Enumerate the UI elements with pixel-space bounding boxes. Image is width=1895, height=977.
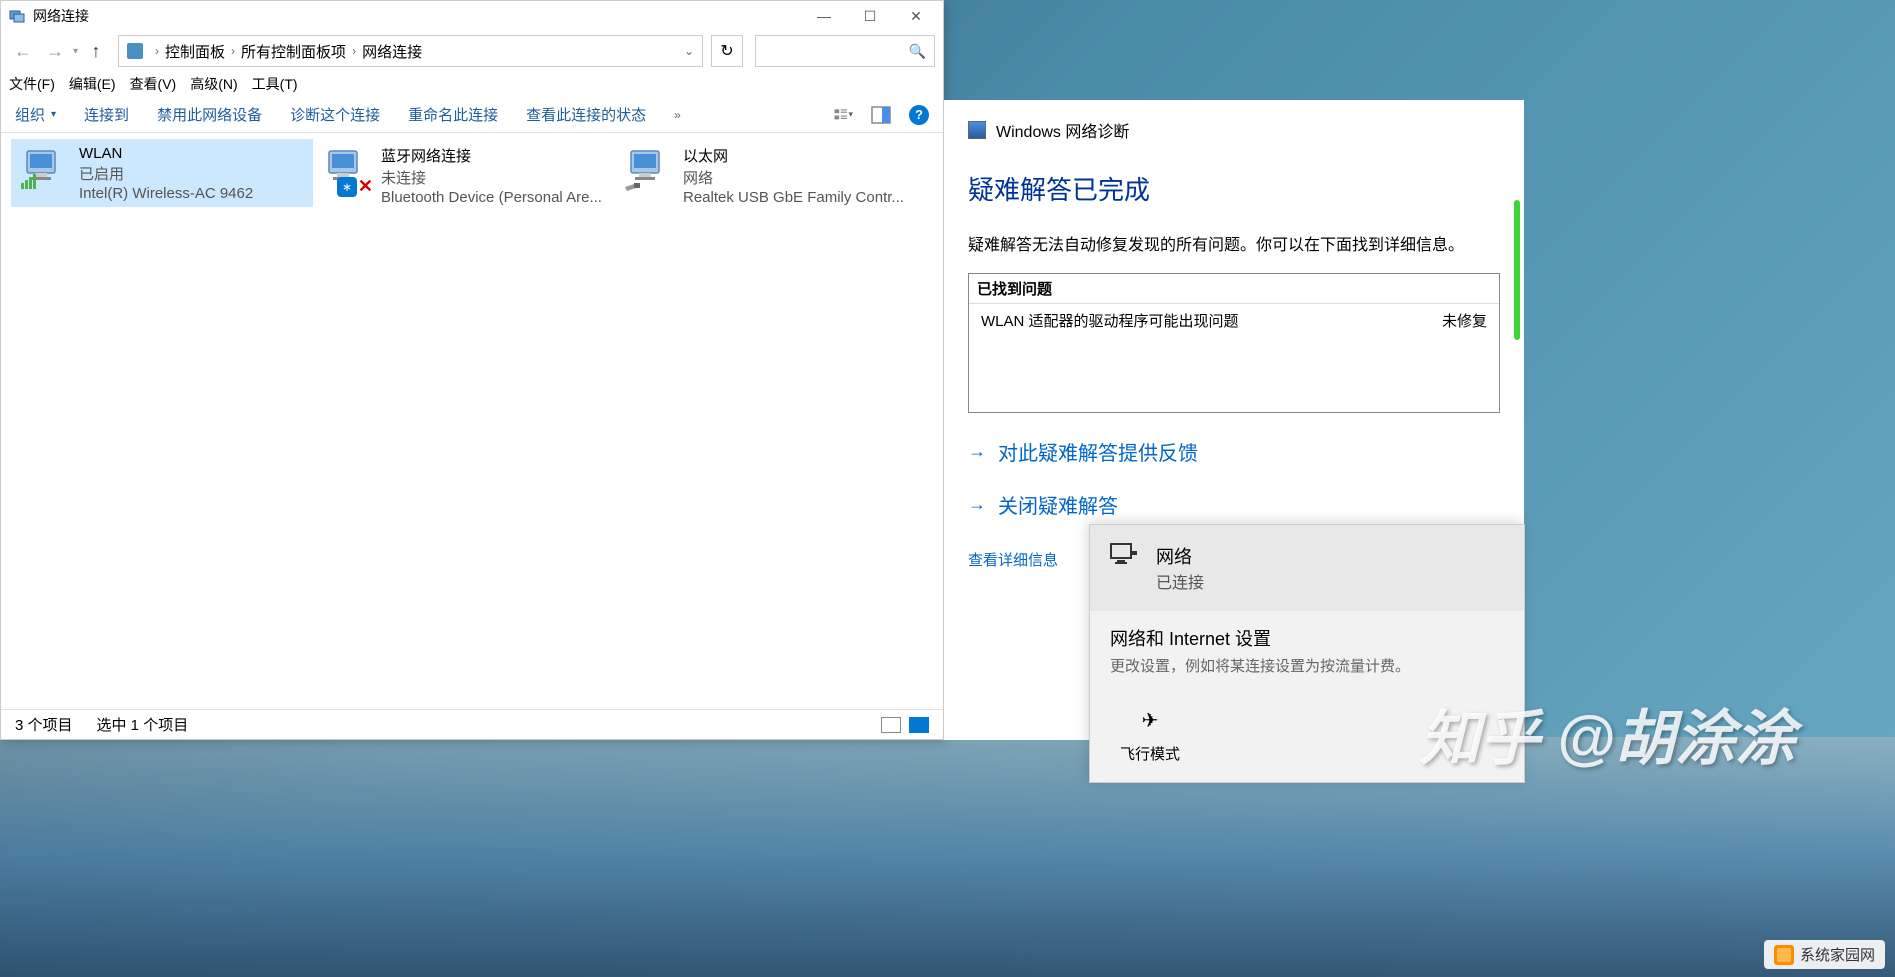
history-dropdown-icon[interactable]: ▾ xyxy=(73,46,78,57)
site-logo-icon xyxy=(1774,945,1794,965)
flyout-current-network[interactable]: 网络 已连接 xyxy=(1090,525,1524,611)
problem-text: WLAN 适配器的驱动程序可能出现问题 xyxy=(981,310,1239,331)
watermark-site: 系统家园网 xyxy=(1764,940,1885,969)
monitor-icon xyxy=(1110,543,1138,565)
connection-bluetooth[interactable]: ✕ ∗ 蓝牙网络连接 未连接 Bluetooth Device (Persona… xyxy=(313,139,615,207)
up-button[interactable]: ↑ xyxy=(82,37,110,65)
crumb-control-panel[interactable]: 控制面板 xyxy=(165,41,225,62)
airplane-icon: ✈ xyxy=(1142,708,1159,733)
problem-status: 未修复 xyxy=(1442,310,1487,331)
search-icon: 🔍 xyxy=(909,43,926,60)
connection-status: 未连接 xyxy=(381,167,602,188)
arrow-right-icon: → xyxy=(968,441,986,462)
connection-device: Realtek USB GbE Family Contr... xyxy=(683,189,904,206)
address-dropdown-icon[interactable]: ⌄ xyxy=(684,44,694,58)
preview-pane-icon[interactable] xyxy=(871,105,891,125)
menubar: 文件(F) 编辑(E) 查看(V) 高级(N) 工具(T) xyxy=(1,71,943,97)
bluetooth-icon: ✕ ∗ xyxy=(321,145,371,195)
titlebar[interactable]: 网络连接 — ☐ ✕ xyxy=(1,1,943,31)
connection-ethernet[interactable]: 以太网 网络 Realtek USB GbE Family Contr... xyxy=(615,139,917,207)
toolbar-overflow[interactable]: » xyxy=(674,108,681,122)
tool-rename[interactable]: 重命名此连接 xyxy=(408,104,498,125)
menu-file[interactable]: 文件(F) xyxy=(9,74,55,94)
diagnostic-icon xyxy=(968,121,986,139)
menu-advanced[interactable]: 高级(N) xyxy=(190,74,237,94)
window-title: 网络连接 xyxy=(33,6,801,26)
view-options-icon[interactable]: ▾ xyxy=(833,105,853,125)
content-area: WLAN 已启用 Intel(R) Wireless-AC 9462 ✕ ∗ 蓝… xyxy=(1,133,943,693)
help-icon[interactable]: ? xyxy=(909,105,929,125)
menu-view[interactable]: 查看(V) xyxy=(130,74,177,94)
connection-name: 蓝牙网络连接 xyxy=(381,145,602,166)
close-button[interactable]: ✕ xyxy=(893,1,939,31)
tool-disable[interactable]: 禁用此网络设备 xyxy=(157,104,262,125)
problems-list: 已找到问题 WLAN 适配器的驱动程序可能出现问题 未修复 xyxy=(968,273,1500,413)
wlan-icon xyxy=(19,145,69,195)
toolbar: 组织 连接到 禁用此网络设备 诊断这个连接 重命名此连接 查看此连接的状态 » … xyxy=(1,97,943,133)
statusbar: 3 个项目 选中 1 个项目 xyxy=(1,709,943,739)
network-status: 已连接 xyxy=(1156,569,1204,593)
chevron-right-icon: › xyxy=(155,44,159,58)
forward-button[interactable]: → xyxy=(41,37,69,65)
breadcrumb: › 控制面板 › 所有控制面板项 › 网络连接 xyxy=(149,41,684,62)
feedback-link[interactable]: → 对此疑难解答提供反馈 xyxy=(968,437,1500,466)
panel-title: 疑难解答已完成 xyxy=(968,170,1500,207)
status-count: 3 个项目 xyxy=(15,714,73,735)
tiles-view-icon[interactable] xyxy=(909,717,929,733)
maximize-button[interactable]: ☐ xyxy=(847,1,893,31)
tool-status[interactable]: 查看此连接的状态 xyxy=(526,104,646,125)
panel-description: 疑难解答无法自动修复发现的所有问题。你可以在下面找到详细信息。 xyxy=(968,231,1500,255)
minimize-button[interactable]: — xyxy=(801,1,847,31)
address-bar[interactable]: › 控制面板 › 所有控制面板项 › 网络连接 ⌄ xyxy=(118,35,703,67)
chevron-right-icon: › xyxy=(352,44,356,58)
connection-device: Bluetooth Device (Personal Are... xyxy=(381,189,602,206)
settings-title: 网络和 Internet 设置 xyxy=(1110,625,1504,651)
search-box[interactable]: 🔍 xyxy=(755,35,935,67)
address-icon xyxy=(127,43,143,59)
scroll-indicator[interactable] xyxy=(1514,200,1520,340)
flyout-settings-link[interactable]: 网络和 Internet 设置 更改设置，例如将某连接设置为按流量计费。 xyxy=(1090,611,1524,690)
connection-device: Intel(R) Wireless-AC 9462 xyxy=(79,185,253,202)
refresh-button[interactable]: ↻ xyxy=(711,35,743,67)
menu-tools[interactable]: 工具(T) xyxy=(252,74,298,94)
arrow-right-icon: → xyxy=(968,494,986,515)
connection-wlan[interactable]: WLAN 已启用 Intel(R) Wireless-AC 9462 xyxy=(11,139,313,207)
connection-name: 以太网 xyxy=(683,145,904,166)
menu-edit[interactable]: 编辑(E) xyxy=(69,74,116,94)
chevron-right-icon: › xyxy=(231,44,235,58)
status-selection: 选中 1 个项目 xyxy=(97,714,189,735)
tool-organize[interactable]: 组织 xyxy=(15,104,56,125)
problem-row[interactable]: WLAN 适配器的驱动程序可能出现问题 未修复 xyxy=(969,304,1499,337)
back-button[interactable]: ← xyxy=(9,37,37,65)
bluetooth-badge-icon: ∗ xyxy=(337,177,357,197)
panel-header-text: Windows 网络诊断 xyxy=(996,118,1129,142)
crumb-all-items[interactable]: 所有控制面板项 xyxy=(241,41,346,62)
problems-header: 已找到问题 xyxy=(969,274,1499,304)
view-details-link[interactable]: 查看详细信息 xyxy=(968,549,1058,570)
panel-header: Windows 网络诊断 xyxy=(968,118,1500,142)
navigation-row: ← → ▾ ↑ › 控制面板 › 所有控制面板项 › 网络连接 ⌄ ↻ 🔍 xyxy=(1,31,943,71)
settings-desc: 更改设置，例如将某连接设置为按流量计费。 xyxy=(1110,655,1504,676)
tool-diagnose[interactable]: 诊断这个连接 xyxy=(290,104,380,125)
network-name: 网络 xyxy=(1156,543,1204,569)
close-troubleshooter-link[interactable]: → 关闭疑难解答 xyxy=(968,490,1500,519)
tool-connect[interactable]: 连接到 xyxy=(84,104,129,125)
window-icon xyxy=(9,8,25,24)
airplane-mode-tile[interactable]: ✈ 飞行模式 xyxy=(1090,698,1210,774)
disabled-badge-icon: ✕ xyxy=(358,176,373,197)
network-flyout: 网络 已连接 网络和 Internet 设置 更改设置，例如将某连接设置为按流量… xyxy=(1089,524,1525,783)
crumb-network[interactable]: 网络连接 xyxy=(362,41,422,62)
connection-status: 网络 xyxy=(683,167,904,188)
flyout-tiles: ✈ 飞行模式 xyxy=(1090,690,1524,782)
airplane-label: 飞行模式 xyxy=(1120,743,1180,764)
connection-name: WLAN xyxy=(79,145,253,162)
ethernet-icon xyxy=(623,145,673,195)
network-connections-window: 网络连接 — ☐ ✕ ← → ▾ ↑ › 控制面板 › 所有控制面板项 › 网络… xyxy=(0,0,944,740)
connection-status: 已启用 xyxy=(79,163,253,184)
details-view-icon[interactable] xyxy=(881,717,901,733)
